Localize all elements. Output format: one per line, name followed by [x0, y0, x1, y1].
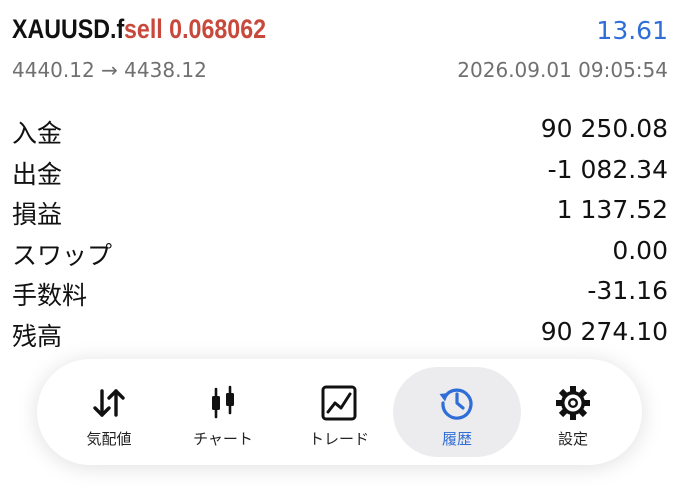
- history-clock-icon: [439, 388, 473, 420]
- trade-header[interactable]: XAUUSD.f sell 0.068062 13.61: [12, 12, 668, 52]
- symbol-label: XAUUSD.f: [12, 14, 125, 44]
- summary-value: -1 082.34: [547, 154, 668, 184]
- candlestick-chart-icon: [212, 385, 234, 419]
- tab-history[interactable]: 履歴: [393, 367, 521, 457]
- tab-trade[interactable]: トレード: [275, 367, 403, 457]
- summary-value: 0.00: [612, 235, 668, 265]
- summary-row-swap: スワップ 0.00: [12, 232, 668, 273]
- tab-label: チャート: [193, 430, 253, 448]
- tab-label: 設定: [557, 430, 588, 448]
- summary-value: 1 137.52: [556, 195, 668, 224]
- summary-value: -31.16: [587, 276, 668, 305]
- account-summary: 入金 90 250.08 出金 -1 082.34 損益 1 137.52 スワ…: [12, 110, 668, 353]
- tab-label: 気配値: [86, 430, 132, 448]
- trade-details: 4440.12 → 4438.12 2026.09.01 09:05:54: [12, 58, 668, 88]
- summary-label: 出金: [12, 159, 63, 189]
- price-range: 4440.12 → 4438.12: [12, 58, 207, 82]
- summary-label: 損益: [12, 200, 63, 229]
- summary-label: 手数料: [12, 281, 88, 310]
- summary-label: スワップ: [12, 240, 113, 270]
- trade-chart-icon: [321, 385, 357, 421]
- bottom-tab-bar: 気配値 チャート トレード 履歴 設定: [37, 359, 642, 465]
- summary-label: 入金: [12, 119, 63, 148]
- trade-timestamp: 2026.09.01 09:05:54: [457, 58, 668, 82]
- trade-side-volume: sell 0.068062: [124, 14, 267, 44]
- tab-chart[interactable]: チャート: [159, 367, 287, 457]
- history-page: XAUUSD.f sell 0.068062 13.61 4440.12 → 4…: [0, 0, 680, 503]
- summary-value: 90 274.10: [540, 316, 668, 346]
- tab-label: 履歴: [441, 430, 472, 448]
- tab-label: トレード: [308, 430, 369, 448]
- summary-row-deposit: 入金 90 250.08: [12, 110, 668, 151]
- gear-icon: [556, 386, 590, 420]
- summary-row-balance: 残高 90 274.10: [12, 313, 668, 354]
- tab-quotes[interactable]: 気配値: [45, 367, 173, 457]
- quotes-arrows-icon: [93, 389, 125, 417]
- tab-settings[interactable]: 設定: [509, 367, 637, 457]
- summary-label: 残高: [12, 321, 63, 351]
- summary-row-withdrawal: 出金 -1 082.34: [12, 151, 668, 192]
- summary-value: 90 250.08: [540, 114, 668, 143]
- summary-row-profit: 損益 1 137.52: [12, 191, 668, 232]
- trade-profit: 13.61: [596, 16, 668, 45]
- summary-row-commission: 手数料 -31.16: [12, 272, 668, 313]
